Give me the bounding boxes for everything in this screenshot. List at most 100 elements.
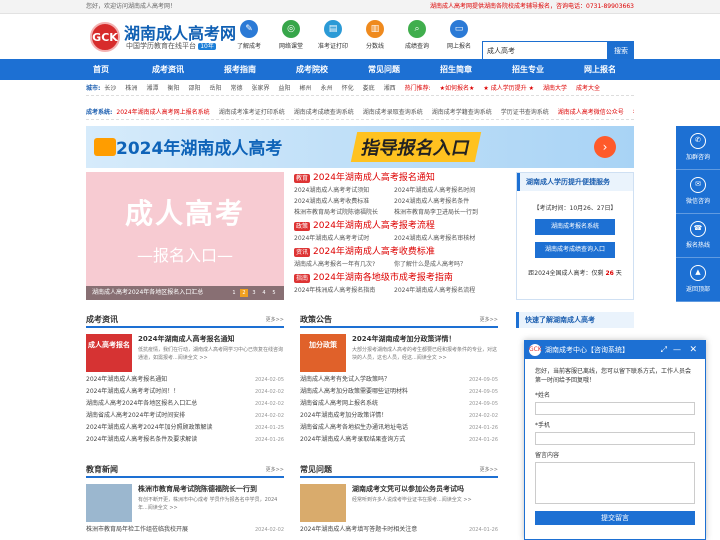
- news-link[interactable]: 你了解什么是成人高考吗？: [394, 259, 492, 270]
- float-item[interactable]: ✆ 加群咨询: [676, 126, 720, 170]
- enroll-system-button[interactable]: 湖南成考报名系统: [535, 219, 615, 235]
- system-link[interactable]: 湖南成考学籍查询系统: [432, 109, 492, 116]
- phone-field[interactable]: [535, 432, 695, 445]
- news-link[interactable]: 2024年株洲成人高考报名指南: [294, 285, 394, 296]
- expand-icon[interactable]: ⤢: [661, 341, 667, 359]
- city-link[interactable]: 长沙: [104, 85, 116, 92]
- news-link[interactable]: 株洲市教育局考试院陈德福院长: [294, 207, 394, 218]
- news-headline[interactable]: 指南 2024年湖南各地级市成考报考指南: [294, 272, 492, 285]
- float-item[interactable]: ▲ 返回顶部: [676, 258, 720, 302]
- system-link[interactable]: 湖南成人高考微信公众号: [558, 109, 624, 116]
- quick-link[interactable]: ⌕ 成绩查询: [396, 20, 438, 50]
- system-link[interactable]: 湖南成考录取查询系统: [363, 109, 423, 116]
- hot-link[interactable]: 湖南大学: [543, 85, 567, 92]
- nav-item[interactable]: 网上报名: [564, 59, 636, 80]
- slide-page[interactable]: 4: [260, 289, 268, 297]
- feature-item[interactable]: 加分政策 2024年湖南成考加分政策详情！ 大部分报考湖南成人高考的考生都要已经和报…: [300, 334, 498, 374]
- submit-button[interactable]: 提交留言: [535, 511, 695, 525]
- list-item[interactable]: 2024年湖南成人高考填写答题卡时相关注意 2024-01-26: [300, 524, 498, 536]
- city-link[interactable]: 株洲: [125, 85, 137, 92]
- city-link[interactable]: 岳阳: [209, 85, 221, 92]
- site-logo[interactable]: GCK 湖南成人高考网 中国学历教育在线平台 10年: [90, 20, 240, 54]
- city-link[interactable]: 永州: [321, 85, 333, 92]
- quick-link[interactable]: ✎ 了解成考: [228, 20, 270, 50]
- float-item[interactable]: ✉ 微信咨询: [676, 170, 720, 214]
- quick-link[interactable]: ▤ 准考证打印: [312, 20, 354, 50]
- list-item[interactable]: 湖南成人高考2024年各地区报名入口汇总 2024-02-02: [86, 398, 284, 410]
- close-icon[interactable]: ✕: [689, 341, 697, 359]
- list-item[interactable]: 2024年湖南成人高考报名通知 2024-02-05: [86, 374, 284, 386]
- list-item[interactable]: 湖南省成人高考各地招生办通讯地址电话 2024-01-26: [300, 422, 498, 434]
- list-item[interactable]: 湖南成人高考加分政策需要哪些证明材料 2024-09-05: [300, 386, 498, 398]
- message-field[interactable]: [535, 462, 695, 504]
- hot-link[interactable]: ★如何报名★: [440, 85, 475, 92]
- slide-page[interactable]: 5: [270, 289, 278, 297]
- slide-page[interactable]: 1: [230, 289, 238, 297]
- nav-item[interactable]: 报考指南: [204, 59, 276, 80]
- news-link[interactable]: 2024年湖南成人高考报名时间: [394, 185, 492, 196]
- score-query-button[interactable]: 湖南成考成绩查询入口: [535, 242, 615, 258]
- news-link[interactable]: 2024年湖南成人高考考试时: [294, 233, 394, 244]
- hot-link[interactable]: ★ 成人学历提升 ★: [483, 85, 534, 92]
- nav-item[interactable]: 招生简章: [420, 59, 492, 80]
- more-link[interactable]: 更多>>: [480, 312, 498, 326]
- system-link[interactable]: 学历证书查询系统: [501, 109, 549, 116]
- nav-item[interactable]: 首页: [70, 59, 132, 80]
- slideshow[interactable]: 成人高考 —报名入口— 湖南成人高考2024年各地区报名入口汇总 12345: [86, 172, 284, 300]
- name-field[interactable]: [535, 402, 695, 415]
- city-link[interactable]: 常德: [231, 85, 243, 92]
- news-link[interactable]: 湖南成人高考报名一年有几次?: [294, 259, 394, 270]
- city-link[interactable]: 衡阳: [167, 85, 179, 92]
- city-link[interactable]: 张家界: [252, 85, 270, 92]
- nav-item[interactable]: 常见问题: [348, 59, 420, 80]
- quick-link[interactable]: ▭ 网上报名: [438, 20, 480, 50]
- quick-link[interactable]: ◎ 网络课堂: [270, 20, 312, 50]
- city-link[interactable]: 湘潭: [146, 85, 158, 92]
- list-item[interactable]: 2024年湖南成考加分政策详情！ 2024-02-02: [300, 410, 498, 422]
- news-headline[interactable]: 教育 2024年湖南成人高考报名通知: [294, 172, 492, 185]
- slide-page[interactable]: 2: [240, 289, 248, 297]
- search-button[interactable]: 搜索: [608, 41, 634, 61]
- news-link[interactable]: 2024湖南成人高考考试须知: [294, 185, 394, 196]
- news-headline[interactable]: 政策 2024年湖南成人高考报考流程: [294, 220, 492, 233]
- city-link[interactable]: 娄底: [363, 85, 375, 92]
- city-link[interactable]: 湘西: [384, 85, 396, 92]
- minimize-icon[interactable]: —: [673, 341, 681, 359]
- system-link[interactable]: 湖南成考准考证打印系统: [219, 109, 285, 116]
- list-item[interactable]: 2024年湖南成人高考报名条件及要求解读 2024-01-26: [86, 434, 284, 446]
- system-link[interactable]: 2024年湖南成人高考网上报名系统: [116, 109, 209, 116]
- news-link[interactable]: 2024湖南成人高考报名审核材: [394, 233, 492, 244]
- city-link[interactable]: 怀化: [342, 85, 354, 92]
- city-link[interactable]: 益阳: [279, 85, 291, 92]
- news-headline[interactable]: 资讯 2024年湖南成人高考收费标准: [294, 246, 492, 259]
- city-link[interactable]: 邵阳: [188, 85, 200, 92]
- news-link[interactable]: 株洲市教育局李卫进局长一行到: [394, 207, 492, 218]
- more-link[interactable]: 更多>>: [480, 462, 498, 476]
- feature-item[interactable]: 湖南成考文凭可以参加公务员考试吗 经常听到许多人说成考毕业证书在报考...阅读全文…: [300, 484, 498, 524]
- list-item[interactable]: 2024年湖南成人高考2024年加分照顾政策解读 2024-01-25: [86, 422, 284, 434]
- list-item[interactable]: 2024年湖南成人高考考试时间！！ 2024-02-02: [86, 386, 284, 398]
- list-item[interactable]: 湖南省成人高考网上报名系统 2024-09-05: [300, 398, 498, 410]
- nav-item[interactable]: 成考资讯: [132, 59, 204, 80]
- system-link[interactable]: 考生交流群: [633, 109, 634, 116]
- banner[interactable]: 2024年湖南成人高考 指导报名入口 ›: [86, 126, 634, 168]
- float-item[interactable]: ☎ 报名热线: [676, 214, 720, 258]
- search-input[interactable]: 成人高考: [482, 41, 608, 61]
- more-link[interactable]: 更多>>: [266, 312, 284, 326]
- news-link[interactable]: 2024年湖南成人高考报名流程: [394, 285, 492, 296]
- news-link[interactable]: 2024湖南成人高考收费标准: [294, 196, 394, 207]
- nav-item[interactable]: 招生专业: [492, 59, 564, 80]
- list-item[interactable]: 湖南成人高考有免试入学政策吗？ 2024-09-05: [300, 374, 498, 386]
- quick-link[interactable]: ▥ 分数线: [354, 20, 396, 50]
- list-item[interactable]: 湖南省成人高考2024年考试时间安排 2024-02-02: [86, 410, 284, 422]
- feature-item[interactable]: 成人高考报名 2024年湖南成人高考报名通知 低抗疫情，我们在行动，湖南成人高考网学…: [86, 334, 284, 374]
- list-item[interactable]: 株洲市教育局年检工作组莅临我校开展 2024-02-02: [86, 524, 284, 536]
- system-link[interactable]: 湖南成考成绩查询系统: [294, 109, 354, 116]
- slide-page[interactable]: 3: [250, 289, 258, 297]
- hot-link[interactable]: 成考大全: [576, 85, 600, 92]
- news-link[interactable]: 2024湖南成人高考报名条件: [394, 196, 492, 207]
- nav-item[interactable]: 成考院校: [276, 59, 348, 80]
- feature-item[interactable]: 株洲市教育局考试院陈德福院长一行到 有创不断开更，株洲市中心成考 学员作为报各名中…: [86, 484, 284, 524]
- city-link[interactable]: 郴州: [300, 85, 312, 92]
- more-link[interactable]: 更多>>: [266, 462, 284, 476]
